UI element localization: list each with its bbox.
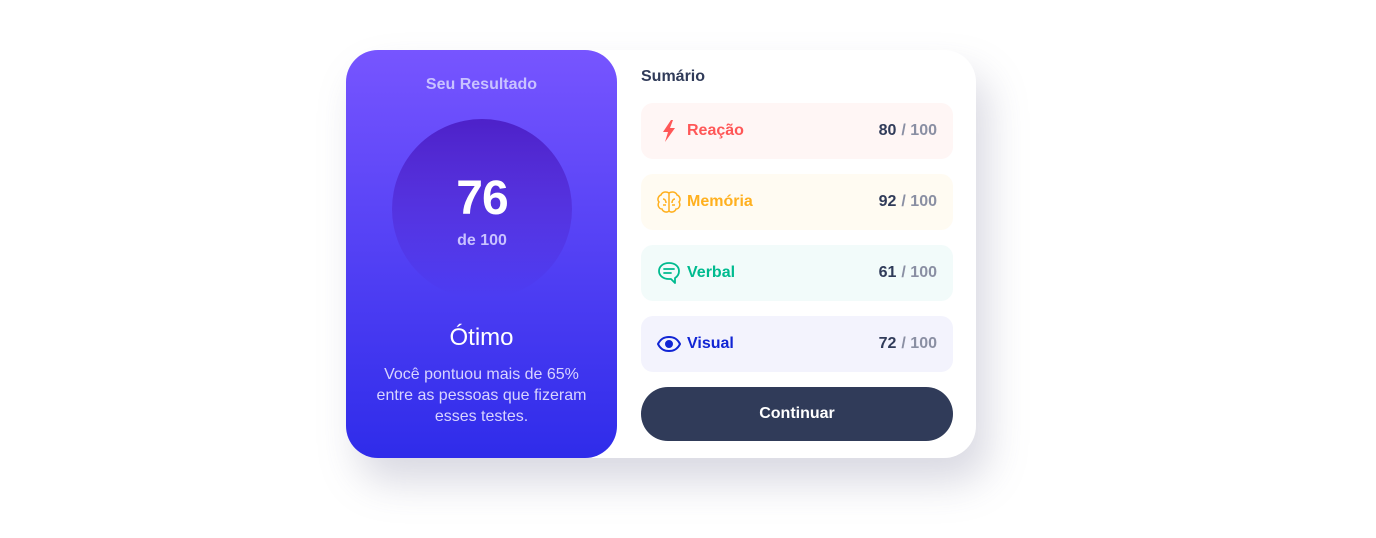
score-value: 76: [456, 172, 508, 225]
summary-row-value: 72: [878, 335, 897, 352]
summary-panel: Sumário Reação 80 / 100 Memória 92 / 100…: [617, 50, 976, 458]
result-panel: Seu Resultado 76 de 100 Ótimo Você pontu…: [346, 50, 617, 458]
result-title: Seu Resultado: [425, 76, 538, 93]
summary-row-reaction: Reação 80 / 100: [641, 103, 953, 159]
summary-title: Sumário: [641, 68, 706, 85]
summary-row-label: Visual: [687, 335, 734, 352]
score-circle: 76 de 100: [392, 119, 572, 299]
summary-row-verbal: Verbal 61 / 100: [641, 245, 953, 301]
summary-row-value: 61: [878, 264, 897, 281]
summary-row-max: / 100: [901, 122, 937, 139]
eye-icon: [657, 332, 681, 356]
result-description: Você pontuou mais de 65% entre as pessoa…: [376, 366, 587, 425]
summary-row-memory: Memória 92 / 100: [641, 174, 953, 230]
summary-row-label: Reação: [687, 122, 744, 139]
continue-button[interactable]: Continuar: [641, 387, 953, 441]
lightning-icon: [657, 119, 681, 143]
summary-row-value: 80: [878, 122, 897, 139]
rating-title: Ótimo: [449, 324, 514, 351]
summary-row-value: 92: [878, 193, 897, 210]
summary-row-max: / 100: [901, 335, 937, 352]
summary-row-visual: Visual 72 / 100: [641, 316, 953, 372]
results-card: Seu Resultado 76 de 100 Ótimo Você pontu…: [346, 50, 976, 458]
summary-row-max: / 100: [901, 264, 937, 281]
summary-row-label: Memória: [687, 193, 753, 210]
chat-bubble-icon: [657, 261, 681, 285]
summary-row-max: / 100: [901, 193, 937, 210]
summary-row-label: Verbal: [687, 264, 736, 281]
score-of-label: de 100: [457, 232, 507, 249]
brain-icon: [657, 190, 681, 214]
